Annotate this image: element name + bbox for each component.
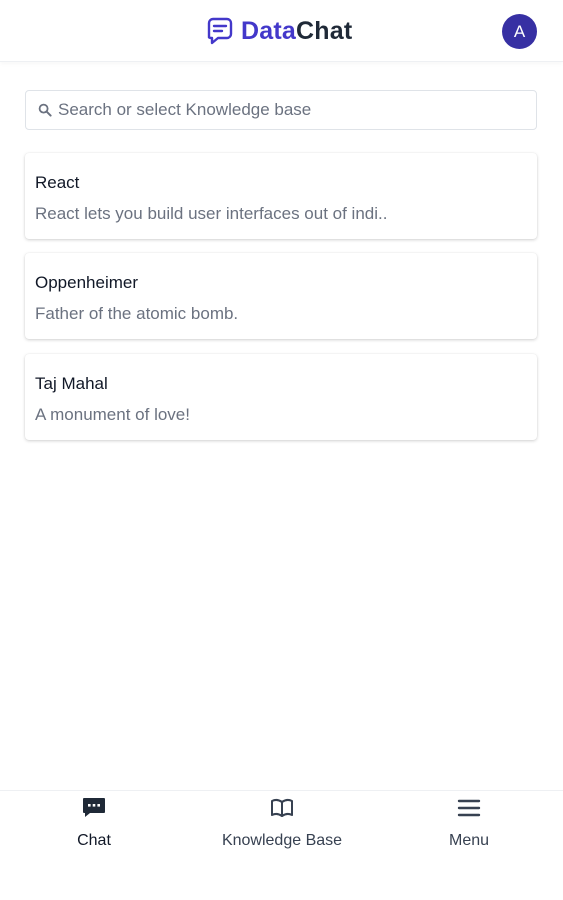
app-root: DataChat A React React lets you build us… bbox=[0, 0, 563, 900]
app-title-part-data: Data bbox=[241, 17, 296, 45]
nav-label-chat: Chat bbox=[77, 832, 111, 849]
knowledge-base-card-taj-mahal[interactable]: Taj Mahal A monument of love! bbox=[25, 354, 537, 440]
knowledge-base-search bbox=[25, 90, 537, 130]
nav-label-knowledge-base: Knowledge Base bbox=[221, 832, 343, 849]
nav-item-knowledge-base[interactable]: Knowledge Base bbox=[188, 791, 376, 861]
book-icon bbox=[271, 798, 293, 817]
card-title: Taj Mahal bbox=[35, 374, 108, 393]
top-header: DataChat A bbox=[0, 0, 563, 62]
search-input[interactable] bbox=[58, 100, 518, 120]
card-description: Father of the atomic bomb. bbox=[35, 304, 239, 323]
menu-icon bbox=[457, 799, 481, 817]
nav-item-menu[interactable]: Menu bbox=[375, 791, 563, 861]
bottom-navigation: Chat Knowledge Base Menu bbox=[0, 790, 563, 900]
chat-bubble-logo-icon bbox=[207, 17, 233, 45]
card-description: A monument of love! bbox=[35, 405, 190, 424]
knowledge-base-card-oppenheimer[interactable]: Oppenheimer Father of the atomic bomb. bbox=[25, 253, 537, 339]
card-description: React lets you build user interfaces out… bbox=[35, 204, 388, 223]
app-title: DataChat bbox=[241, 16, 352, 46]
nav-label-menu: Menu bbox=[448, 832, 490, 849]
card-title: React bbox=[35, 173, 80, 192]
knowledge-base-card-react[interactable]: React React lets you build user interfac… bbox=[25, 153, 537, 239]
app-title-part-chat: Chat bbox=[296, 17, 353, 45]
nav-item-chat[interactable]: Chat bbox=[0, 791, 188, 861]
search-icon bbox=[38, 103, 52, 117]
app-logo[interactable]: DataChat bbox=[205, 15, 352, 47]
card-title: Oppenheimer bbox=[35, 273, 139, 292]
user-avatar[interactable]: A bbox=[502, 14, 537, 49]
chat-icon bbox=[83, 798, 105, 817]
